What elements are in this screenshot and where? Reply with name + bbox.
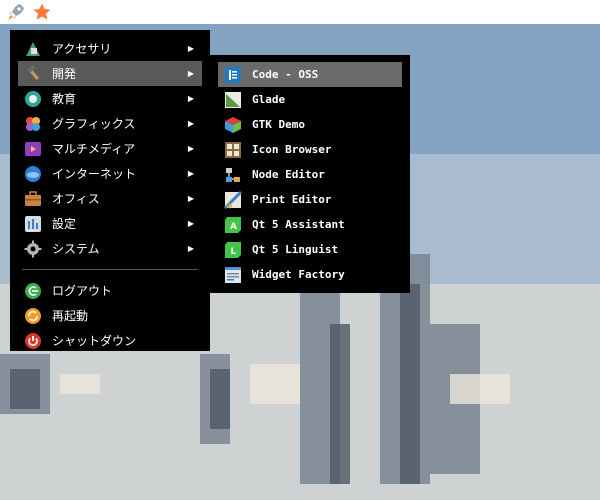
widget-factory-icon xyxy=(224,266,242,284)
multimedia-icon xyxy=(24,140,42,158)
accessories-icon xyxy=(24,40,42,58)
submenu-item-glade[interactable]: Glade xyxy=(218,87,402,112)
menu-item-graphics[interactable]: グラフィックス ▶ xyxy=(18,111,202,136)
favorites-star-icon[interactable] xyxy=(32,2,52,22)
submenu-item-qt-assistant[interactable]: A Qt 5 Assistant xyxy=(218,212,402,237)
submenu-item-label: Glade xyxy=(252,93,286,106)
menu-item-label: 教育 xyxy=(52,92,77,106)
submenu-item-label: Icon Browser xyxy=(252,143,332,156)
icon-browser-icon xyxy=(224,141,242,159)
submenu-item-node-editor[interactable]: Node Editor xyxy=(218,162,402,187)
development-icon xyxy=(24,64,42,83)
submenu-arrow-icon: ▶ xyxy=(187,69,194,78)
svg-text:L: L xyxy=(231,247,237,257)
menu-item-label: アクセサリ xyxy=(52,42,112,56)
submenu-item-label: Node Editor xyxy=(252,168,325,181)
menu-item-label: シャットダウン xyxy=(52,334,137,348)
menu-item-label: 設定 xyxy=(52,217,77,231)
shutdown-button[interactable]: シャットダウン xyxy=(18,328,202,353)
submenu-item-widget-factory[interactable]: Widget Factory xyxy=(218,262,402,287)
submenu-item-label: Code - OSS xyxy=(252,68,319,81)
submenu-item-label: Widget Factory xyxy=(252,268,345,281)
menu-item-accessories[interactable]: アクセサリ ▶ xyxy=(18,36,202,61)
menu-item-label: オフィス xyxy=(52,192,100,206)
education-icon xyxy=(24,90,42,108)
qt-linguist-icon: L xyxy=(224,241,242,259)
shutdown-icon xyxy=(24,332,42,350)
submenu-item-print-editor[interactable]: Print Editor xyxy=(218,187,402,212)
logout-icon xyxy=(24,282,42,300)
print-editor-icon xyxy=(224,190,242,209)
top-panel xyxy=(0,0,600,24)
launcher-rocket-icon[interactable] xyxy=(6,2,26,22)
menu-item-internet[interactable]: インターネット ▶ xyxy=(18,161,202,186)
menu-item-label: 開発 xyxy=(52,67,77,81)
menu-item-label: インターネット xyxy=(52,167,137,181)
submenu-arrow-icon: ▶ xyxy=(187,44,194,53)
submenu-item-icon-browser[interactable]: Icon Browser xyxy=(218,137,402,162)
gtk-icon xyxy=(224,116,242,134)
submenu-arrow-icon: ▶ xyxy=(187,94,194,103)
submenu-arrow-icon: ▶ xyxy=(187,119,194,128)
menu-item-label: 再起動 xyxy=(52,309,89,323)
submenu-item-code-oss[interactable]: Code - OSS xyxy=(218,62,402,87)
menu-item-label: グラフィックス xyxy=(52,117,136,131)
vscode-icon xyxy=(224,66,242,84)
reboot-icon xyxy=(24,307,42,325)
menu-item-development[interactable]: 開発 ▶ xyxy=(18,61,202,86)
internet-icon xyxy=(24,165,42,183)
menu-item-label: ログアウト xyxy=(52,284,113,298)
menu-item-office[interactable]: オフィス ▶ xyxy=(18,186,202,211)
menu-item-education[interactable]: 教育 ▶ xyxy=(18,86,202,111)
office-icon xyxy=(24,190,42,208)
submenu-item-gtk-demo[interactable]: GTK Demo xyxy=(218,112,402,137)
submenu-item-label: Qt 5 Linguist xyxy=(252,243,339,256)
node-editor-icon xyxy=(224,166,242,184)
system-icon xyxy=(24,240,42,258)
submenu-arrow-icon: ▶ xyxy=(187,194,194,203)
application-menu: アクセサリ ▶ 開発 ▶ 教育 ▶ グラフィックス ▶ マルチメディア ▶ イン… xyxy=(10,30,210,351)
menu-item-multimedia[interactable]: マルチメディア ▶ xyxy=(18,136,202,161)
menu-item-settings[interactable]: 設定 ▶ xyxy=(18,211,202,236)
menu-separator xyxy=(22,269,198,270)
svg-text:A: A xyxy=(230,222,237,232)
submenu-arrow-icon: ▶ xyxy=(187,219,194,228)
qt-assistant-icon: A xyxy=(224,216,242,234)
submenu-arrow-icon: ▶ xyxy=(187,244,194,253)
logout-button[interactable]: ログアウト xyxy=(18,278,202,303)
submenu-item-label: Print Editor xyxy=(252,193,332,206)
submenu-item-label: GTK Demo xyxy=(252,118,305,131)
submenu-item-label: Qt 5 Assistant xyxy=(252,218,345,231)
reboot-button[interactable]: 再起動 xyxy=(18,303,202,328)
menu-item-label: マルチメディア xyxy=(52,142,136,156)
development-submenu: Code - OSS Glade GTK Demo Icon Browser N… xyxy=(210,55,410,293)
menu-item-label: システム xyxy=(52,242,100,256)
settings-icon xyxy=(24,215,42,233)
graphics-icon xyxy=(24,115,42,133)
submenu-arrow-icon: ▶ xyxy=(187,169,194,178)
glade-icon xyxy=(224,91,242,109)
submenu-arrow-icon: ▶ xyxy=(187,144,194,153)
submenu-item-qt-linguist[interactable]: L Qt 5 Linguist xyxy=(218,237,402,262)
menu-item-system[interactable]: システム ▶ xyxy=(18,236,202,261)
